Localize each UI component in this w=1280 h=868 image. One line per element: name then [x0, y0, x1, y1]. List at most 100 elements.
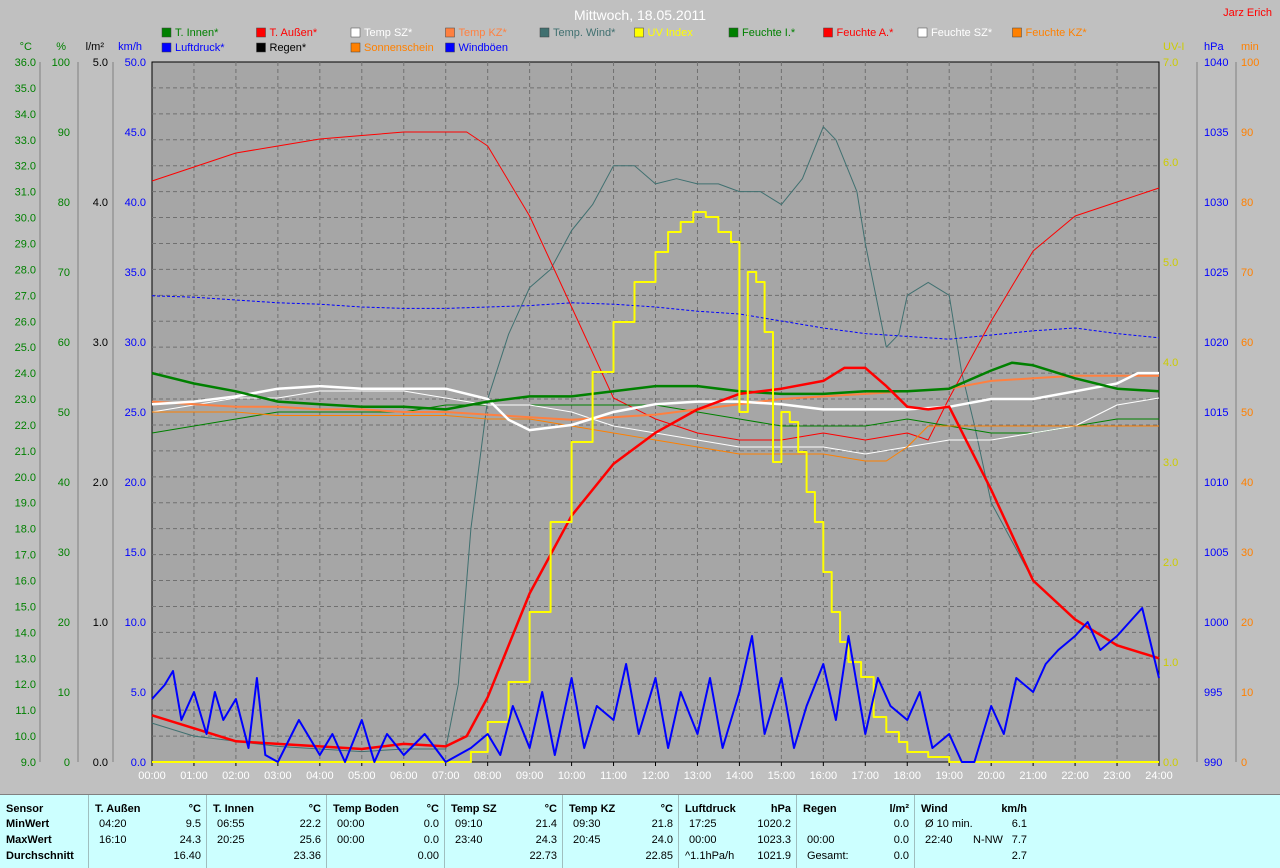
legend-swatch — [350, 42, 361, 53]
y-tick-label: 1000 — [1204, 617, 1228, 629]
table-cell-value: 0.0 — [893, 818, 909, 830]
legend-swatch — [256, 42, 266, 53]
table-cell-label: 06:55 — [217, 818, 245, 830]
y-tick-label: 7.0 — [1163, 57, 1178, 69]
x-tick-label: 17:00 — [852, 770, 880, 782]
y-tick-label: 0 — [64, 757, 70, 769]
y-tick-label: 0 — [1241, 757, 1247, 769]
y-tick-label: 32.0 — [15, 161, 36, 173]
x-tick-label: 21:00 — [1019, 770, 1047, 782]
table-header: Temp SZ — [451, 803, 497, 815]
legend-swatch — [917, 27, 928, 38]
legend-swatch — [539, 27, 550, 38]
y-axis-unit: °C — [20, 41, 32, 53]
table-column-temp-kz: Temp KZ °C 09:30 21.8 20:45 24.0 22.85 — [562, 795, 679, 868]
table-cell-value: 16.40 — [173, 850, 201, 862]
legend-label: UV Index — [648, 27, 694, 39]
table-header-unit: °C — [660, 803, 673, 815]
table-cell-value: 6.1 — [1011, 818, 1027, 830]
table-cell-label: 20:45 — [573, 834, 601, 846]
y-tick-label: 30.0 — [125, 337, 146, 349]
legend-swatch — [1012, 27, 1022, 38]
y-tick-label: 12.0 — [15, 679, 36, 691]
table-cell-label: 04:20 — [99, 818, 127, 830]
table-cell-value: 22.73 — [529, 850, 557, 862]
y-tick-label: 5.0 — [131, 687, 146, 699]
table-cell-value: 24.0 — [651, 834, 673, 846]
y-tick-label: 1030 — [1204, 197, 1228, 209]
x-tick-label: 18:00 — [893, 770, 921, 782]
legend-swatch — [350, 27, 361, 38]
y-tick-label: 80 — [58, 197, 70, 209]
x-tick-label: 12:00 — [642, 770, 670, 782]
y-tick-label: 16.0 — [15, 576, 36, 588]
table-cell-value: 1021.9 — [757, 850, 791, 862]
x-tick-label: 16:00 — [810, 770, 838, 782]
table-cell-value: 1023.3 — [757, 834, 791, 846]
legend-swatch — [634, 27, 644, 38]
x-tick-label: 24:00 — [1145, 770, 1173, 782]
table-column-sensor: Sensor MinWert MaxWert Durchschnitt — [0, 795, 88, 868]
y-tick-label: 27.0 — [15, 290, 36, 302]
y-tick-label: 1035 — [1204, 127, 1228, 139]
y-tick-label: 35.0 — [125, 267, 146, 279]
y-tick-label: 40 — [1241, 477, 1253, 489]
legend-swatch — [161, 42, 172, 53]
y-tick-label: 40 — [58, 477, 70, 489]
table-header: Temp Boden — [333, 803, 399, 815]
y-tick-label: 25.0 — [15, 342, 36, 354]
table-cell-label: MaxWert — [6, 834, 52, 846]
y-tick-label: 4.0 — [93, 197, 108, 209]
legend-label: Temp SZ* — [364, 27, 413, 39]
y-tick-label: 22.0 — [15, 420, 36, 432]
x-tick-label: 08:00 — [474, 770, 502, 782]
table-cell-label: 00:00 — [337, 834, 365, 846]
table-header-unit: l/m² — [889, 803, 909, 815]
y-tick-label: 10 — [1241, 687, 1253, 699]
y-tick-label: 995 — [1204, 687, 1222, 699]
table-header-unit: °C — [308, 803, 321, 815]
y-tick-label: 40.0 — [125, 197, 146, 209]
y-tick-label: 10 — [58, 687, 70, 699]
y-tick-label: 36.0 — [15, 57, 36, 69]
table-cell-value: 9.5 — [185, 818, 201, 830]
y-axis-unit: min — [1241, 41, 1259, 53]
y-axis-unit: UV-I — [1163, 41, 1184, 53]
table-cell-value: 2.7 — [1011, 850, 1027, 862]
chart-title: Mittwoch, 18.05.2011 — [574, 7, 706, 23]
table-column-luftdruck: Luftdruck hPa 17:25 1020.2 00:00 1023.3 ^1.1hP… — [678, 795, 797, 868]
y-tick-label: 34.0 — [15, 109, 36, 121]
y-tick-label: 0.0 — [93, 757, 108, 769]
table-cell-label: 09:10 — [455, 818, 483, 830]
y-tick-label: 14.0 — [15, 627, 36, 639]
table-cell-value: 24.3 — [179, 834, 201, 846]
y-tick-label: 3.0 — [1163, 457, 1178, 469]
y-tick-label: 20.0 — [15, 472, 36, 484]
y-tick-label: 80 — [1241, 197, 1253, 209]
table-header: Wind — [921, 803, 948, 815]
table-column-t-aussen: T. Außen °C 04:20 9.5 16:10 24.3 16.40 — [88, 795, 207, 868]
table-cell-value: 1020.2 — [757, 818, 791, 830]
y-tick-label: 45.0 — [125, 127, 146, 139]
x-tick-label: 06:00 — [390, 770, 418, 782]
legend-swatch — [823, 27, 833, 38]
x-tick-label: 02:00 — [222, 770, 250, 782]
x-tick-label: 15:00 — [768, 770, 796, 782]
table-cell-value: 22.85 — [645, 850, 673, 862]
y-tick-label: 26.0 — [15, 316, 36, 328]
legend-label: Feuchte KZ* — [1026, 27, 1088, 39]
table-cell-label: Durchschnitt — [6, 850, 74, 862]
legend-swatch — [256, 27, 266, 38]
legend-label: Feuchte SZ* — [931, 27, 993, 39]
y-tick-label: 60 — [1241, 337, 1253, 349]
x-tick-label: 13:00 — [684, 770, 712, 782]
y-tick-label: 17.0 — [15, 550, 36, 562]
y-tick-label: 1025 — [1204, 267, 1228, 279]
table-header-unit: °C — [426, 803, 439, 815]
table-cell-label: 00:00 — [807, 834, 835, 846]
stats-table: Sensor MinWert MaxWert Durchschnitt T. Außen… — [0, 794, 1280, 868]
x-tick-label: 01:00 — [180, 770, 208, 782]
table-header: Temp KZ — [569, 803, 616, 815]
y-tick-label: 31.0 — [15, 187, 36, 199]
y-tick-label: 23.0 — [15, 394, 36, 406]
